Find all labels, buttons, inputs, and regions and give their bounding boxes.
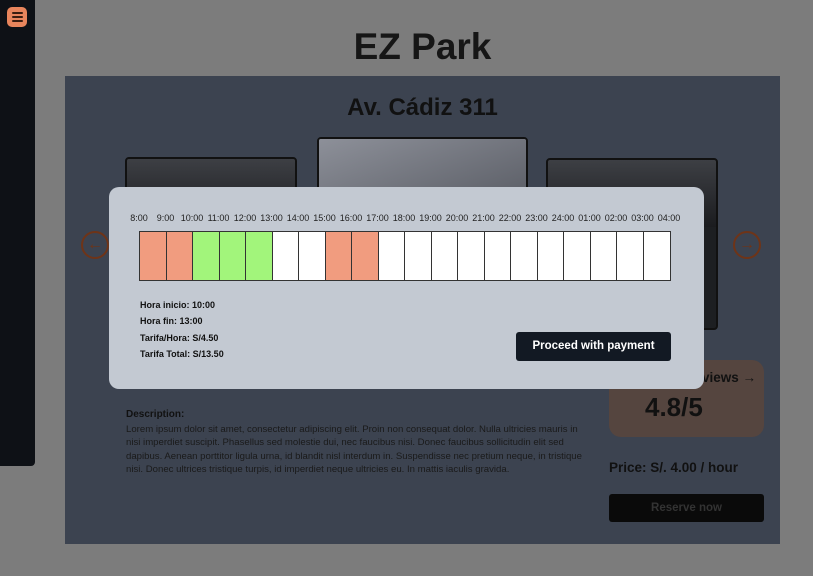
- time-slot-booked: [352, 232, 379, 280]
- time-slot-free[interactable]: [590, 232, 617, 280]
- schedule-modal: 8:00 9:00 10:00 11:00 12:00 13:00 14:00 15:00 16…: [109, 187, 704, 389]
- reservation-summary: Hora inicio: 10:00 Hora fin: 13:00 Tarif…: [140, 299, 224, 365]
- time-slot-selected[interactable]: [246, 232, 273, 280]
- time-slot-booked: [140, 232, 167, 280]
- reviews-link[interactable]: views →: [702, 370, 756, 385]
- time-slot-free[interactable]: [272, 232, 299, 280]
- arrow-right-icon: →: [742, 370, 757, 385]
- time-slot-selected[interactable]: [193, 232, 220, 280]
- proceed-payment-button[interactable]: Proceed with payment: [516, 332, 671, 361]
- app-title: EZ Park: [353, 26, 492, 67]
- time-slot-free[interactable]: [511, 232, 538, 280]
- time-slot-free[interactable]: [564, 232, 591, 280]
- listing-address: Av. Cádiz 311: [347, 94, 498, 121]
- time-slot-free[interactable]: [378, 232, 405, 280]
- time-slot-free[interactable]: [643, 232, 670, 280]
- price-label: Price: S/. 4.00 / hour: [609, 460, 739, 475]
- hour-label: 04:00: [657, 213, 681, 223]
- rating-value: 4.8/5: [645, 392, 703, 422]
- end-time: Hora fin: 13:00: [140, 316, 203, 327]
- time-slot-free[interactable]: [617, 232, 644, 280]
- total-fee: Tarifa Total: S/13.50: [140, 349, 224, 360]
- time-slot-free[interactable]: [484, 232, 511, 280]
- time-slot-free[interactable]: [537, 232, 564, 280]
- description-title: Description:: [126, 409, 185, 420]
- start-time: Hora inicio: 10:00: [140, 300, 216, 310]
- time-slot-grid: [139, 231, 671, 281]
- sidebar: [0, 0, 35, 466]
- time-slot-booked: [325, 232, 352, 280]
- time-slot-free[interactable]: [431, 232, 458, 280]
- hour-labels: 8:00 9:00 10:00 11:00 12:00 13:00 14:00 15:00 16…: [129, 213, 680, 225]
- hamburger-menu-icon[interactable]: [7, 7, 27, 27]
- hourly-rate: Tarifa/Hora: S/4.50: [140, 332, 219, 343]
- time-slot-selected[interactable]: [219, 232, 246, 280]
- time-slot-free[interactable]: [405, 232, 432, 280]
- time-slot-booked: [166, 232, 193, 280]
- time-slot-free[interactable]: [458, 232, 485, 280]
- time-slot-free[interactable]: [299, 232, 326, 280]
- arrow-left-circle-icon[interactable]: ←: [81, 231, 109, 259]
- description-text: Lorem ipsum dolor sit amet, consectetur …: [126, 424, 582, 476]
- arrow-right-circle-icon[interactable]: →: [733, 231, 761, 259]
- reserve-now-button[interactable]: Reserve now: [609, 494, 764, 522]
